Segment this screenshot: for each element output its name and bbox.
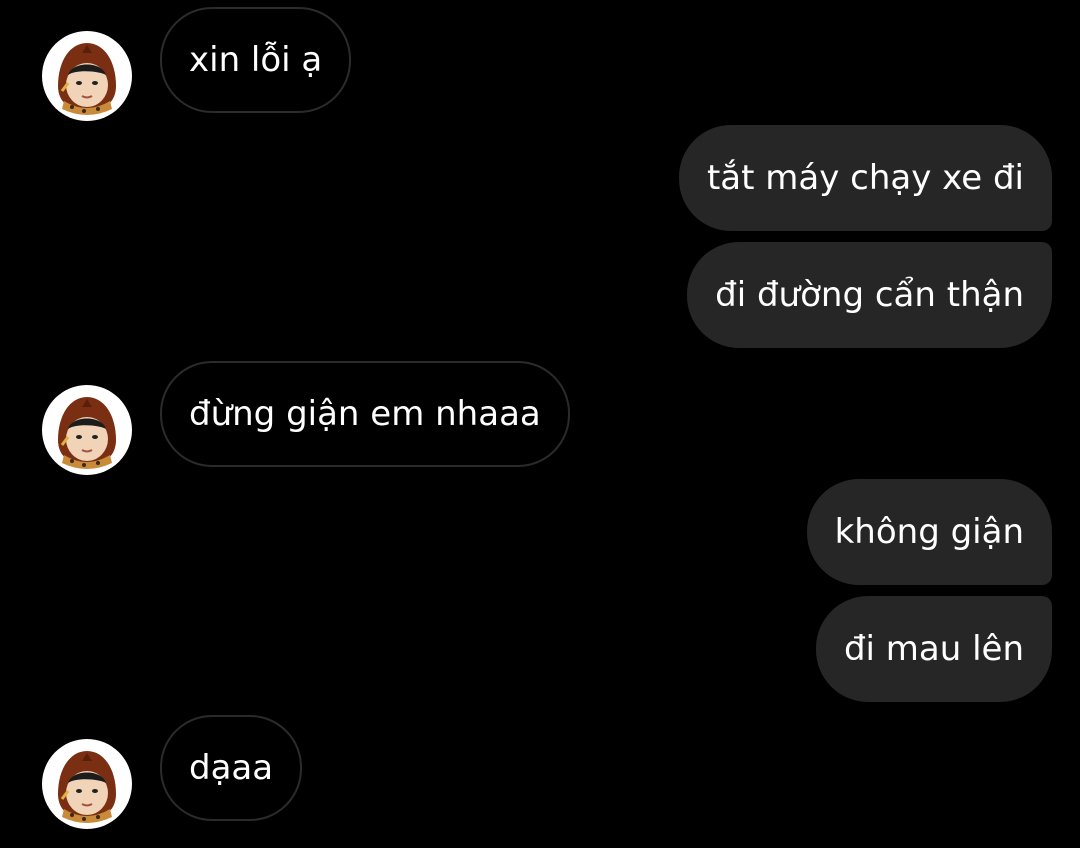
sent-message-bubble[interactable]: đi mau lên xyxy=(815,596,1052,702)
avatar-hooded-face-icon xyxy=(58,751,116,823)
sent-message-bubble[interactable]: đi đường cẩn thận xyxy=(687,242,1052,348)
received-message-bubble[interactable]: đừng giận em nhaaa xyxy=(160,361,570,467)
sent-message-bubble[interactable]: tắt máy chạy xe đi xyxy=(678,125,1052,231)
received-message-bubble[interactable]: dạaa xyxy=(160,715,303,821)
avatar-hooded-face-icon xyxy=(58,43,116,115)
received-message-bubble[interactable]: xin lỗi ạ xyxy=(160,7,352,113)
contact-avatar[interactable] xyxy=(42,739,132,829)
contact-avatar[interactable] xyxy=(42,385,132,475)
contact-avatar[interactable] xyxy=(42,31,132,121)
sent-message-bubble[interactable]: không giận xyxy=(806,479,1052,585)
avatar-hooded-face-icon xyxy=(58,397,116,469)
